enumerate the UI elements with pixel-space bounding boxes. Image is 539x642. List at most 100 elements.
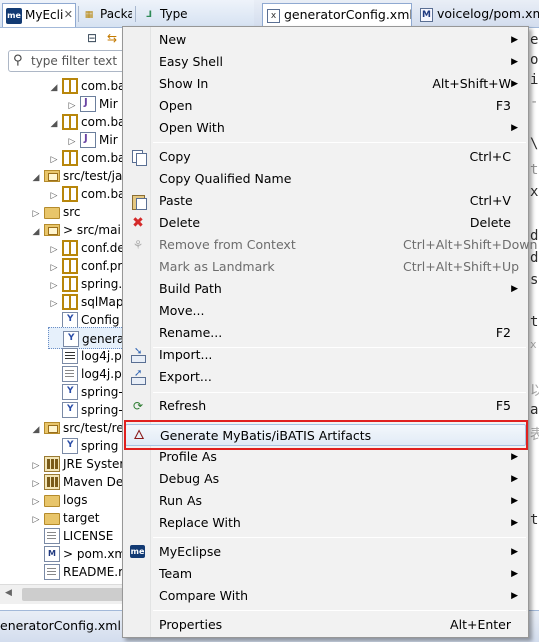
tree-label: log4j.p (81, 349, 122, 363)
package-icon (62, 185, 78, 202)
export-icon (130, 366, 146, 385)
editor-text-fragment: e (530, 32, 539, 48)
myeclipse-icon: me (130, 545, 145, 558)
menu-item-refresh[interactable]: ⟳ Refresh F5 (125, 395, 526, 417)
menu-item-remove-from-context: ⚘ Remove from Context Ctrl+Alt+Shift+Down (125, 234, 538, 256)
xml-file-icon (62, 383, 78, 400)
remove-context-icon: ⚘ (132, 238, 144, 252)
menu-item-generate-mybatis-artifacts[interactable]: 🜂 Generate MyBatis/iBATIS Artifacts (125, 424, 526, 446)
search-icon: ⚲ (13, 53, 23, 68)
collapse-arrow-icon[interactable]: ◢ (30, 419, 42, 441)
menu-item-myeclipse[interactable]: me MyEclipse ▶ (125, 541, 526, 563)
tab-type-hierarchy[interactable]: ⅃ Type (138, 3, 208, 27)
tab-package-explorer[interactable]: ▦ Packa (78, 3, 132, 27)
package-icon (62, 275, 78, 292)
tree-label: spring- (81, 385, 123, 399)
tree-label: Config (81, 313, 120, 327)
myeclipse-icon: me (6, 7, 22, 24)
library-icon (44, 455, 60, 472)
delete-icon: ✖ (132, 215, 144, 231)
import-icon (130, 344, 146, 363)
tree-label: Maven De (63, 475, 124, 489)
editor-text-fragment: t (530, 314, 539, 330)
menu-item-team[interactable]: Team ▶ (125, 563, 526, 585)
tab-label: voicelog/pom.xml (437, 6, 539, 21)
editor-text-fragment: s (530, 272, 539, 288)
close-icon[interactable]: ✕ (64, 4, 73, 26)
submenu-arrow-icon: ▶ (511, 57, 518, 67)
menu-item-debug-as[interactable]: Debug As ▶ (125, 468, 526, 490)
menu-item-paste[interactable]: Paste Ctrl+V (125, 190, 526, 212)
tab-generatorconfig-bottom[interactable]: eneratorConfig.xml - v (0, 615, 140, 639)
tree-label: > src/mai (63, 223, 121, 237)
submenu-arrow-icon: ▶ (511, 474, 518, 484)
menu-item-copy-qualified-name[interactable]: Copy Qualified Name (125, 168, 526, 190)
collapse-all-icon[interactable]: ⊟ (84, 30, 100, 46)
tree-label: src/test/re (63, 421, 124, 435)
collapse-arrow-icon[interactable]: ◢ (30, 221, 42, 243)
tree-label: Mir (99, 133, 118, 147)
tab-voicelog-pom-xml[interactable]: Mvoicelog/pom.xml (416, 3, 539, 27)
menu-item-move[interactable]: Move... (125, 300, 526, 322)
submenu-arrow-icon: ▶ (511, 591, 518, 601)
tab-label: Packa (100, 7, 132, 21)
menu-item-easy-shell[interactable]: Easy Shell ▶ (125, 51, 526, 73)
tree-label: target (63, 511, 100, 525)
collapse-arrow-icon[interactable]: ◢ (30, 167, 42, 189)
menu-item-show-in[interactable]: Show In Alt+Shift+W ▶ (125, 73, 526, 95)
menu-item-new[interactable]: New ▶ (125, 29, 526, 51)
tab-generatorconfig-xml[interactable]: x generatorConfig.xml (262, 3, 412, 27)
xml-file-icon (62, 311, 78, 328)
menu-item-copy[interactable]: Copy Ctrl+C (125, 146, 526, 168)
tree-label: > pom.xm (63, 547, 127, 561)
context-menu: New ▶ Easy Shell ▶ Show In Alt+Shift+W ▶ Ope… (122, 26, 538, 638)
tab-label: eneratorConfig.xml - v (0, 618, 140, 633)
submenu-arrow-icon: ▶ (511, 569, 518, 579)
menu-item-build-path[interactable]: Build Path ▶ (125, 278, 526, 300)
source-folder-icon (44, 421, 60, 434)
paste-icon (130, 193, 147, 210)
text-file-icon (44, 527, 60, 544)
editor-text-fragment: d (530, 250, 539, 266)
menu-separator (153, 142, 526, 143)
xml-file-icon (62, 401, 78, 418)
menu-item-open[interactable]: Open F3 (125, 95, 526, 117)
package-icon (62, 113, 78, 130)
tree-label: spring- (81, 403, 123, 417)
menu-item-run-as[interactable]: Run As ▶ (125, 490, 526, 512)
menu-separator (153, 420, 526, 421)
menu-item-compare-with[interactable]: Compare With ▶ (125, 585, 526, 607)
library-icon (44, 473, 60, 490)
submenu-arrow-icon: ▶ (511, 284, 518, 294)
link-with-editor-icon[interactable]: ⇆ (104, 30, 120, 46)
menu-item-replace-with[interactable]: Replace With ▶ (125, 512, 526, 534)
collapse-arrow-icon[interactable]: ◢ (48, 77, 60, 99)
menu-item-mark-as-landmark: Mark as Landmark Ctrl+Alt+Shift+Up (159, 259, 520, 274)
submenu-arrow-icon: ▶ (511, 452, 518, 462)
tree-label: JRE Syster (63, 457, 125, 471)
menu-item-profile-as[interactable]: Profile As ▶ (125, 446, 526, 468)
menu-item-open-with[interactable]: Open With ▶ (125, 117, 526, 139)
xml-file-icon: x (267, 8, 280, 23)
submenu-arrow-icon: ▶ (511, 35, 518, 45)
menu-item-properties[interactable]: Properties Alt+Enter (125, 614, 526, 636)
menu-item-import[interactable]: Import... (125, 344, 526, 366)
submenu-arrow-icon: ▶ (511, 496, 518, 506)
menu-item-export[interactable]: Export... (125, 366, 526, 388)
properties-file-icon (62, 347, 78, 364)
folder-icon (44, 206, 60, 219)
tree-label: Mir (99, 97, 118, 111)
editor-tab-bar: x generatorConfig.xml Mvoicelog/pom.xml (254, 0, 539, 28)
tab-myeclipse-explorer[interactable]: me MyEcli ✕ (2, 3, 76, 27)
scroll-left-icon[interactable]: ◀ (5, 588, 12, 598)
collapse-arrow-icon[interactable]: ◢ (48, 113, 60, 135)
editor-text-fragment: \ (530, 136, 539, 152)
tree-item[interactable]: README.r (30, 561, 123, 583)
tree-label: genera (82, 332, 125, 346)
menu-item-delete[interactable]: ✖ Delete Delete (125, 212, 526, 234)
menu-item-rename[interactable]: Rename... F2 (125, 322, 526, 344)
tree-label: spring. (81, 277, 123, 291)
submenu-arrow-icon: ▶ (511, 79, 518, 89)
tree-label: log4j.p (81, 367, 122, 381)
package-icon (62, 293, 78, 310)
